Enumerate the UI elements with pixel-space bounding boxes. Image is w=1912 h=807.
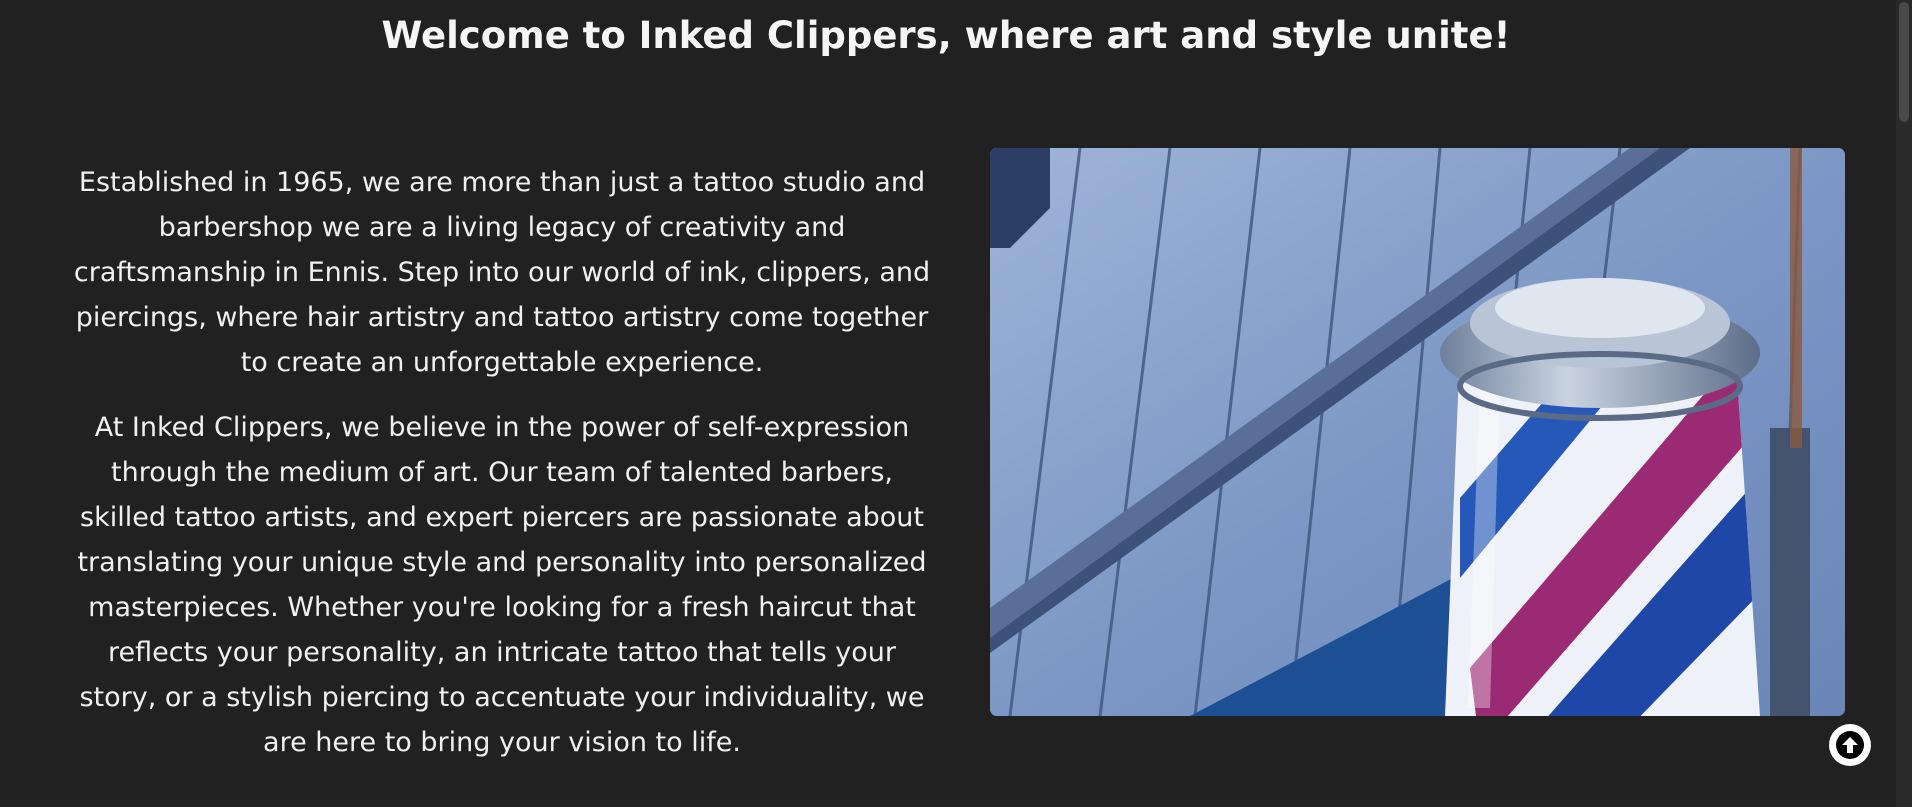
arrow-up-circle-icon: [1836, 731, 1864, 759]
page-scrollbar[interactable]: [1896, 0, 1912, 807]
barber-pole-image: [990, 148, 1845, 716]
barber-pole-illustration: [990, 148, 1845, 716]
about-section: Welcome to Inked Clippers, where art and…: [0, 0, 1912, 807]
about-paragraph-1: Established in 1965, we are more than ju…: [73, 167, 931, 378]
about-text: Established in 1965, we are more than ju…: [72, 160, 932, 785]
page-title: Welcome to Inked Clippers, where art and…: [381, 14, 1511, 57]
scrollbar-thumb[interactable]: [1899, 2, 1909, 122]
about-paragraph-2: At Inked Clippers, we believe in the pow…: [77, 412, 927, 758]
scroll-to-top-button[interactable]: [1829, 724, 1871, 766]
